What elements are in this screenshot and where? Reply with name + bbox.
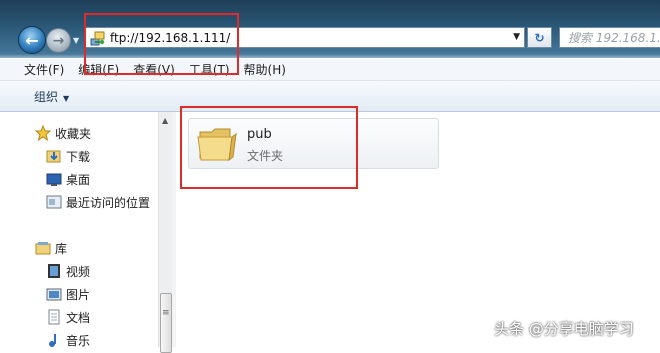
scroll-grip-icon: ≡ xyxy=(162,308,170,318)
desktop-label: 桌面 xyxy=(66,172,91,187)
documents-library-icon xyxy=(46,309,62,325)
forward-button[interactable]: → xyxy=(46,28,71,53)
back-arrow-icon: ← xyxy=(25,30,39,50)
documents-label: 文档 xyxy=(66,310,91,325)
watermark: 头条 @分享电脑学习 xyxy=(494,320,634,338)
star-icon xyxy=(34,124,52,142)
navigation-scrollbar[interactable]: ▲ ≡ xyxy=(158,112,173,353)
favorites-label: 收藏夹 xyxy=(55,126,92,141)
refresh-icon: ↻ xyxy=(534,30,545,45)
sidebar-item-videos[interactable]: 视频 xyxy=(0,260,158,282)
menu-file[interactable]: 文件(F) xyxy=(24,61,64,78)
sidebar-item-pictures[interactable]: 图片 xyxy=(0,283,158,305)
music-library-icon xyxy=(46,332,62,348)
recent-places-label: 最近访问的位置 xyxy=(66,195,151,210)
refresh-button[interactable]: ↻ xyxy=(527,27,552,48)
video-library-icon xyxy=(46,263,62,279)
history-dropdown-icon[interactable]: ▼ xyxy=(73,36,79,45)
annotation-box-address xyxy=(84,13,239,75)
downloads-label: 下载 xyxy=(66,149,91,164)
sidebar-item-libraries[interactable]: 库 xyxy=(0,237,158,259)
desktop-icon xyxy=(46,171,62,187)
menu-help[interactable]: 帮助(H) xyxy=(244,61,286,78)
scrollbar-thumb[interactable] xyxy=(160,293,172,353)
sidebar-item-desktop[interactable]: 桌面 xyxy=(0,168,158,190)
libraries-label: 库 xyxy=(55,241,68,256)
address-dropdown-icon[interactable]: ▼ xyxy=(513,32,520,42)
music-label: 音乐 xyxy=(66,333,91,348)
download-folder-icon xyxy=(46,148,62,164)
sidebar-item-downloads[interactable]: 下载 xyxy=(0,145,158,167)
organize-chevron-icon: ▼ xyxy=(63,93,70,103)
pictures-label: 图片 xyxy=(66,287,91,302)
scroll-up-icon[interactable]: ▲ xyxy=(162,116,168,125)
recent-places-icon xyxy=(46,194,62,210)
organize-label: 组织 xyxy=(34,89,59,104)
back-button[interactable]: ← xyxy=(18,26,46,54)
forward-arrow-icon: → xyxy=(52,32,65,49)
library-icon xyxy=(35,240,51,256)
pane-divider[interactable] xyxy=(172,112,176,347)
sidebar-item-documents[interactable]: 文档 xyxy=(0,306,158,328)
sidebar-item-music[interactable]: 音乐 xyxy=(0,329,158,351)
annotation-box-folder xyxy=(180,106,358,189)
organize-button[interactable]: 组织 ▼ xyxy=(34,88,69,105)
pictures-library-icon xyxy=(46,286,62,302)
sidebar-item-favorites[interactable]: 收藏夹 xyxy=(0,122,158,144)
navigation-pane: 收藏夹 下载 桌面 最近访问的位置 库 视频 图片 文档 音乐 xyxy=(0,112,158,348)
search-placeholder: 搜索 192.168.1.111 xyxy=(568,31,660,45)
videos-label: 视频 xyxy=(66,264,91,279)
search-input[interactable]: 搜索 192.168.1.111 xyxy=(559,27,660,48)
sidebar-item-recent-places[interactable]: 最近访问的位置 xyxy=(0,191,158,213)
